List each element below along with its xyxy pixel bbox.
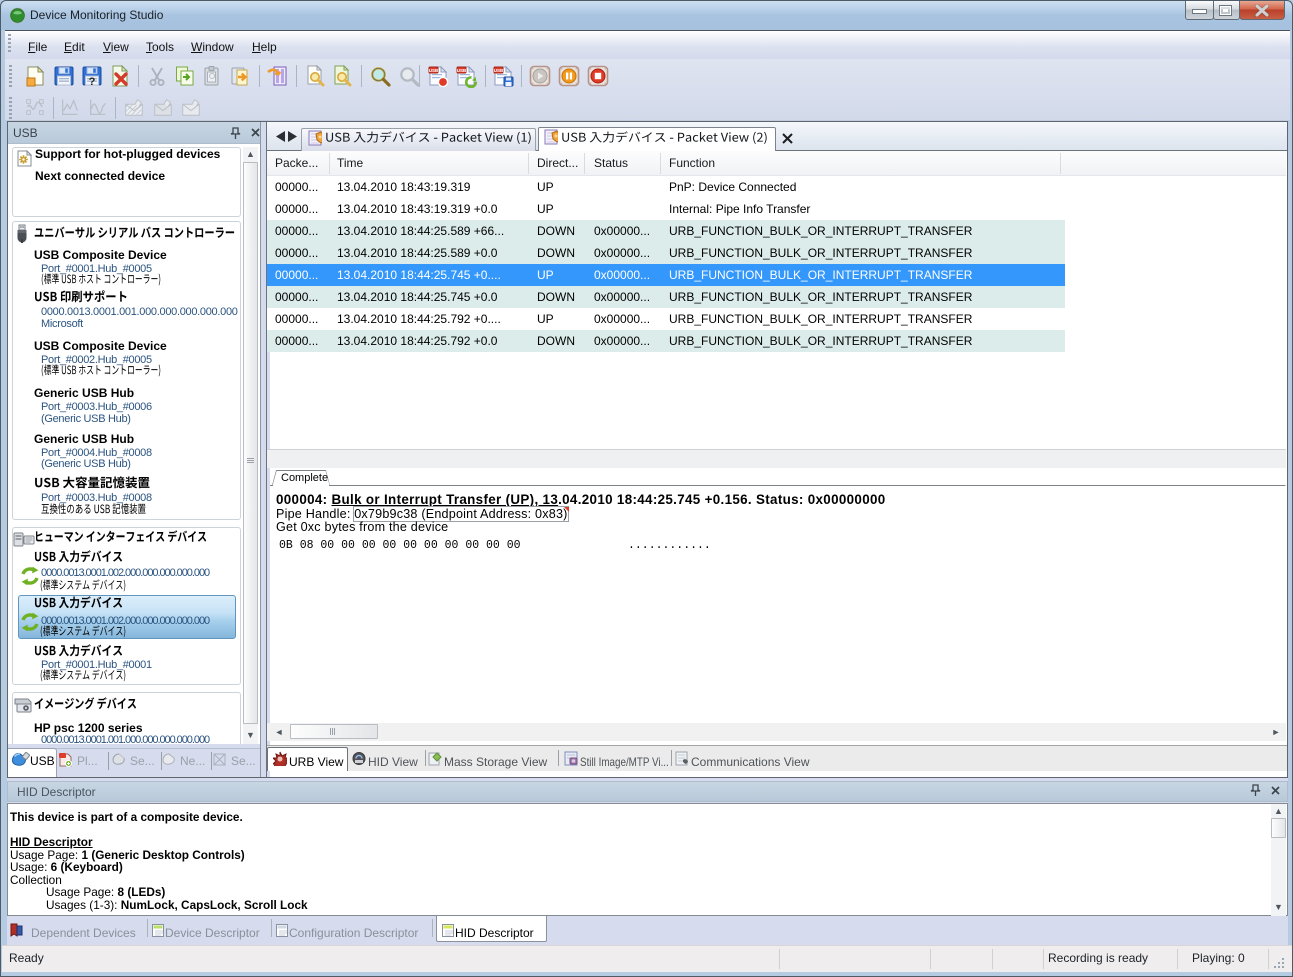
svg-text:USB: USB [494,68,504,73]
svg-text:?: ? [89,76,96,88]
svg-text:USB: USB [457,68,467,73]
svg-text:USB: USB [429,68,439,73]
